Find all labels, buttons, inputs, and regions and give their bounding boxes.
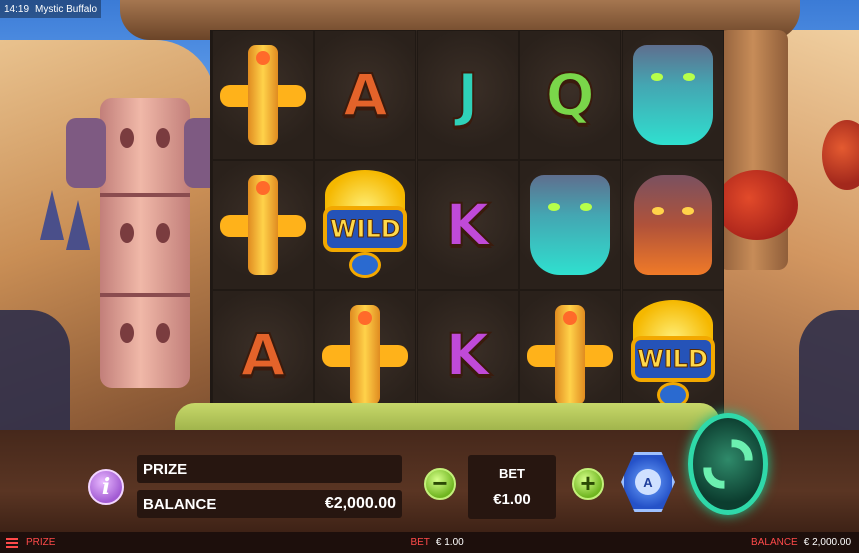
status-bar: 14:19 Mystic Buffalo [0, 0, 102, 18]
spin-arrows-icon [693, 429, 763, 499]
symbol-q: Q [545, 60, 596, 130]
totem-eye [156, 323, 170, 343]
balance-label: BALANCE [143, 495, 217, 513]
teepee-icon [40, 190, 64, 240]
bottom-bet-label: BET [410, 537, 430, 548]
reel-cell: WILD [314, 160, 417, 290]
reel-cell: J [416, 30, 519, 160]
bottom-balance-label: BALANCE [751, 537, 798, 548]
info-icon: i [101, 474, 111, 500]
reel-cell [519, 290, 622, 420]
symbol-k: K [444, 320, 491, 390]
spin-button[interactable] [688, 413, 768, 515]
autoplay-icon: A [635, 469, 661, 495]
reel-cell: A [212, 290, 314, 420]
balance-field: BALANCE €2,000.00 [137, 490, 402, 518]
reel-cell [621, 30, 724, 160]
reel-cell [314, 290, 417, 420]
bottom-balance-value: € 2,000.00 [803, 537, 851, 548]
menu-icon[interactable] [6, 536, 18, 550]
symbol-wild: WILD [319, 170, 411, 280]
reel-cell [621, 160, 724, 290]
totem-eye [120, 323, 134, 343]
prize-label: PRIZE [143, 460, 188, 478]
symbol-bear-icon [633, 175, 712, 275]
bet-label: BET [499, 466, 525, 481]
totem-wing [66, 118, 106, 188]
symbol-totem-icon [322, 305, 409, 405]
bet-display: BET €1.00 [468, 455, 556, 519]
totem-divider [100, 193, 190, 197]
symbol-totem-icon [220, 175, 306, 275]
balance-value: €2,000.00 [324, 495, 396, 512]
red-tree [716, 170, 798, 240]
totem-divider [100, 293, 190, 297]
reel-cell [519, 160, 622, 290]
symbol-totem-icon [527, 305, 614, 405]
reel-cell: A [314, 30, 417, 160]
symbol-wolf-icon [632, 45, 713, 145]
bottom-status-bar: PRIZE BET € 1.00 BALANCE € 2,000.00 [0, 532, 859, 553]
symbol-a: A [342, 60, 389, 130]
clock: 14:19 [4, 3, 30, 15]
totem-eye [120, 223, 134, 243]
reel-cell: K [416, 290, 519, 420]
reel-cell: K [416, 160, 519, 290]
symbol-j: J [456, 60, 480, 130]
totem-eye [156, 128, 170, 148]
symbol-a: A [240, 320, 287, 390]
bottom-bet-value: € 1.00 [435, 537, 464, 548]
symbol-k: K [444, 190, 491, 260]
totem-eye [120, 128, 134, 148]
increase-bet-button[interactable]: + [572, 468, 604, 500]
symbol-wolf-icon [530, 175, 611, 275]
info-button[interactable]: i [88, 469, 124, 505]
bottom-prize-label: PRIZE [26, 537, 56, 548]
teepee-icon [66, 200, 90, 250]
reel-cell [212, 30, 314, 160]
prize-field: PRIZE [137, 455, 402, 483]
reel-cell [212, 160, 314, 290]
symbol-wild: WILD [627, 300, 719, 410]
minus-icon: − [432, 468, 448, 498]
totem-eye [156, 223, 170, 243]
symbol-totem-icon [220, 45, 306, 145]
bet-value: €1.00 [493, 491, 531, 508]
decrease-bet-button[interactable]: − [424, 468, 456, 500]
reel-cell: Q [519, 30, 622, 160]
reel-grid: A A WILD J K K Q WILD [210, 30, 724, 420]
totem-pole [66, 98, 224, 388]
game-title: Mystic Buffalo [35, 3, 98, 15]
reel-cell: WILD [621, 290, 724, 420]
plus-icon: + [580, 468, 596, 498]
